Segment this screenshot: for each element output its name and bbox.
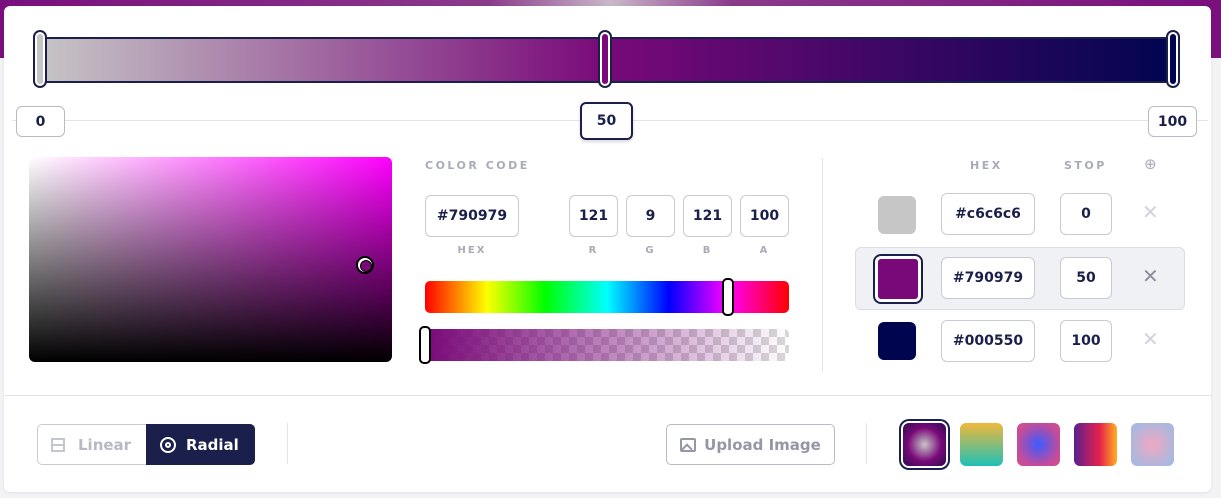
stop-swatch[interactable] (878, 196, 916, 234)
gradient-handle-start[interactable] (33, 30, 47, 88)
remove-stop-icon[interactable]: ✕ (1142, 329, 1159, 349)
linear-toggle[interactable]: Linear (37, 424, 147, 465)
a-sublabel: A (759, 245, 770, 256)
g-sublabel: G (645, 245, 656, 256)
stop-swatch-active[interactable] (875, 256, 921, 302)
preset-gradient-pastel[interactable] (1131, 423, 1174, 466)
stop-hex-input[interactable]: #000550 (941, 320, 1035, 362)
color-code-label: COLOR CODE (425, 159, 530, 172)
stop-hex-input[interactable]: #790979 (941, 257, 1035, 299)
remove-stop-icon[interactable]: ✕ (1142, 202, 1159, 222)
stop-label-mid[interactable]: 50 (580, 102, 633, 140)
hue-slider[interactable] (425, 281, 789, 313)
linear-label: Linear (78, 435, 132, 454)
stop-label-end[interactable]: 100 (1148, 106, 1197, 137)
preset-gradient-blue-pink[interactable] (1017, 423, 1060, 466)
stop-swatch[interactable] (878, 322, 916, 360)
hex-column-header: HEX (970, 159, 1003, 172)
b-input[interactable]: 121 (683, 195, 732, 237)
image-icon (680, 437, 697, 452)
alpha-slider-handle[interactable] (419, 326, 431, 364)
g-input[interactable]: 9 (626, 195, 675, 237)
b-sublabel: B (702, 245, 713, 256)
saturation-picker[interactable] (29, 157, 392, 362)
a-input[interactable]: 100 (740, 195, 789, 237)
saturation-cursor[interactable] (356, 256, 374, 274)
radial-icon (160, 436, 176, 453)
preset-gradient-purple-orange[interactable] (1074, 423, 1117, 466)
hue-slider-handle[interactable] (722, 278, 734, 316)
alpha-slider[interactable] (425, 329, 789, 361)
linear-icon (51, 437, 65, 452)
radial-label: Radial (186, 435, 239, 454)
upload-image-button[interactable]: Upload Image (666, 424, 835, 465)
stop-hex-input[interactable]: #c6c6c6 (941, 193, 1035, 235)
preset-gradient-purple-radial[interactable] (903, 423, 946, 466)
section-divider (822, 158, 823, 372)
toolbar-separator (866, 423, 867, 464)
add-stop-icon[interactable]: ⊕ (1144, 155, 1157, 173)
stop-position-input[interactable]: 100 (1060, 320, 1112, 362)
stop-position-input[interactable]: 50 (1060, 257, 1112, 299)
stop-position-input[interactable]: 0 (1060, 193, 1112, 235)
upload-image-label: Upload Image (704, 435, 821, 454)
toolbar-separator (287, 423, 288, 464)
r-input[interactable]: 121 (569, 195, 618, 237)
stop-label-start[interactable]: 0 (16, 106, 65, 137)
hex-input[interactable]: #790979 (425, 195, 519, 237)
gradient-handle-end[interactable] (1166, 30, 1180, 88)
stop-column-header: STOP (1064, 159, 1107, 172)
gradient-handle-mid[interactable] (598, 30, 612, 88)
hex-sublabel: HEX (457, 245, 487, 256)
preset-gradient-yellow-teal[interactable] (960, 423, 1003, 466)
radial-toggle[interactable]: Radial (146, 424, 255, 465)
r-sublabel: R (588, 245, 599, 256)
bottom-divider (4, 395, 1211, 396)
remove-stop-icon[interactable]: ✕ (1142, 266, 1159, 286)
